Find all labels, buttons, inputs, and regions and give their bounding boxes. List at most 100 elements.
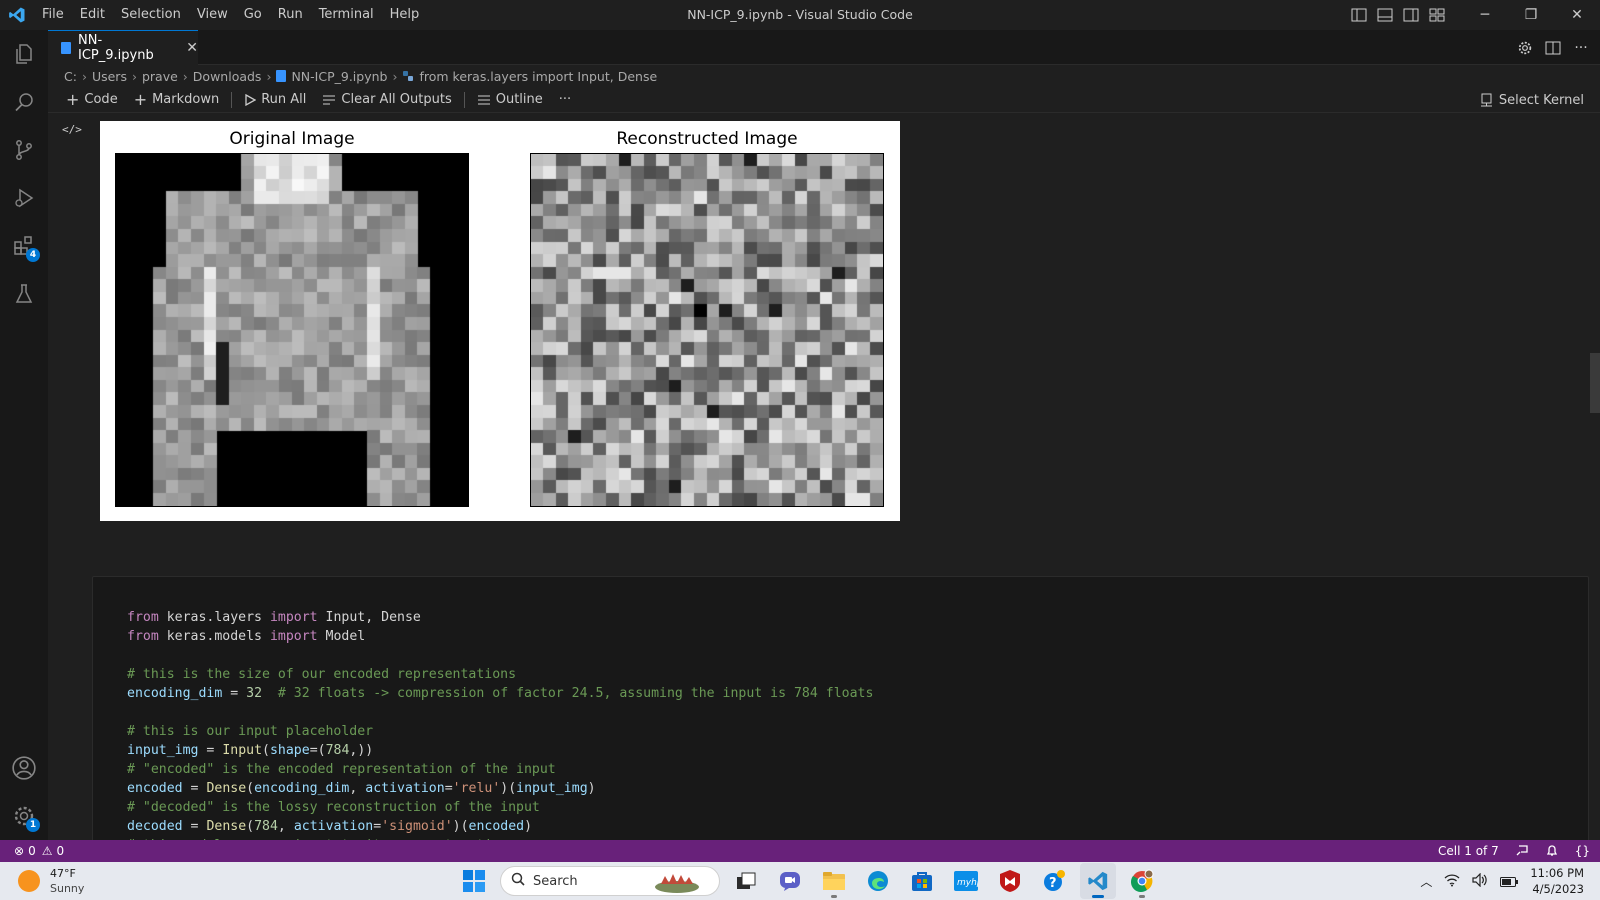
feedback-icon[interactable] [1515, 843, 1529, 860]
toolbar-more-button[interactable]: ··· [551, 89, 579, 111]
warning-icon: ⚠ [41, 844, 53, 858]
active-app-indicator [1092, 895, 1104, 898]
tab-close-icon[interactable]: ✕ [186, 40, 198, 56]
minimize-button[interactable]: ─ [1462, 0, 1508, 30]
notebook-toolbar: + Code + Markdown Run All Clear All Output… [48, 87, 1600, 113]
tab-notebook[interactable]: NN-ICP_9.ipynb ✕ [48, 30, 198, 65]
menu-terminal[interactable]: Terminal [311, 0, 382, 30]
explorer-icon[interactable] [0, 30, 48, 78]
breadcrumb-users[interactable]: Users [92, 69, 127, 84]
windows-start-icon[interactable] [456, 863, 492, 899]
wifi-icon[interactable] [1444, 872, 1460, 891]
add-code-button[interactable]: + Code [58, 89, 126, 111]
play-icon [245, 93, 257, 106]
run-all-button[interactable]: Run All [236, 89, 314, 111]
accounts-icon[interactable] [0, 744, 48, 792]
notebook-file-icon [60, 41, 72, 55]
taskbar-search[interactable]: Search [500, 866, 720, 896]
system-clock[interactable]: 11:06 PM 4/5/2023 [1530, 865, 1584, 897]
split-editor-icon[interactable] [1542, 37, 1564, 59]
get-help-icon[interactable]: ? [1036, 863, 1072, 899]
status-right: Cell 1 of 7 {} [1438, 840, 1590, 862]
more-actions-icon[interactable]: ··· [1570, 37, 1592, 59]
braces-icon[interactable]: {} [1575, 844, 1590, 858]
extensions-icon[interactable]: 4 [0, 222, 48, 270]
menu-help[interactable]: Help [382, 0, 428, 30]
restore-button[interactable]: ❐ [1508, 0, 1554, 30]
python-icon [403, 71, 414, 81]
vscode-taskbar-icon[interactable] [1080, 863, 1116, 899]
breadcrumb-drive[interactable]: C: [64, 69, 77, 84]
code-line-5: encoding_dim = 32 # 32 floats -> compres… [127, 686, 874, 701]
extensions-badge: 4 [26, 248, 40, 262]
taskbar-apps: Search myhp [456, 862, 1160, 900]
weather-widget[interactable]: 47°F Sunny [18, 864, 84, 898]
notebook-settings-icon[interactable] [1514, 37, 1536, 59]
outline-button[interactable]: Outline [469, 89, 551, 111]
show-hidden-icons-chevron-up-icon[interactable]: ︿ [1420, 873, 1432, 890]
breadcrumb-file[interactable]: NN-ICP_9.ipynb [276, 69, 387, 84]
menu-edit[interactable]: Edit [72, 0, 113, 30]
menu-bar: File Edit Selection View Go Run Terminal… [34, 0, 427, 30]
toggle-panel-icon[interactable] [1372, 0, 1398, 30]
clear-outputs-button[interactable]: Clear All Outputs [314, 89, 459, 111]
testing-icon[interactable] [0, 270, 48, 318]
myhp-icon[interactable]: myhp [948, 863, 984, 899]
windows-taskbar: 47°F Sunny Search myh ? ︿ 11:06 PM 4/5/2… [0, 862, 1600, 900]
breadcrumb: C: › Users › prave › Downloads › NN-ICP_9.ip… [48, 65, 1600, 87]
file-explorer-icon[interactable] [816, 863, 852, 899]
notifications-bell-icon[interactable] [1545, 843, 1559, 860]
menu-file[interactable]: File [34, 0, 72, 30]
code-line-7: # this is our input placeholder [127, 724, 374, 739]
search-magnifier-icon [511, 872, 525, 890]
running-indicator [1139, 895, 1145, 898]
select-kernel-label: Select Kernel [1498, 92, 1584, 108]
code-editor[interactable]: from keras.layers import Input, Dense fr… [127, 589, 873, 840]
editor-scrollbar[interactable] [1590, 353, 1600, 413]
teams-chat-icon[interactable] [772, 863, 808, 899]
menu-go[interactable]: Go [236, 0, 270, 30]
code-cell[interactable]: from keras.layers import Input, Dense fr… [92, 576, 1589, 840]
problems-status[interactable]: ⊗ 0 ⚠ 0 [0, 844, 64, 858]
kernel-icon [1480, 93, 1492, 107]
chrome-browser-icon[interactable] [1124, 863, 1160, 899]
settings-badge: 1 [26, 818, 40, 832]
system-tray: ︿ 11:06 PM 4/5/2023 [1420, 862, 1584, 900]
battery-icon[interactable] [1500, 872, 1519, 891]
code-line-11: # "decoded" is the lossy reconstruction … [127, 800, 540, 815]
menu-run[interactable]: Run [270, 0, 311, 30]
source-control-icon[interactable] [0, 126, 48, 174]
add-markdown-button[interactable]: + Markdown [126, 89, 228, 111]
microsoft-store-icon[interactable] [904, 863, 940, 899]
manage-gear-icon[interactable]: 1 [0, 792, 48, 840]
close-window-button[interactable]: ✕ [1554, 0, 1600, 30]
vscode-logo-icon[interactable] [0, 0, 34, 30]
customize-layout-icon[interactable] [1424, 0, 1450, 30]
task-view-icon[interactable] [728, 863, 764, 899]
cell-indicator[interactable]: Cell 1 of 7 [1438, 844, 1499, 858]
original-image-title: Original Image [229, 129, 355, 149]
editor-tab-bar: NN-ICP_9.ipynb ✕ ··· [48, 30, 1600, 65]
code-line-2: from keras.models import Model [127, 629, 366, 644]
breadcrumb-file-label: NN-ICP_9.ipynb [291, 68, 388, 84]
volume-icon[interactable] [1472, 872, 1488, 891]
output-cell-marker-icon[interactable]: </> [62, 123, 82, 136]
notebook-file-icon [276, 70, 287, 82]
breadcrumb-cell[interactable]: from keras.layers import Input, Dense [402, 69, 657, 84]
run-debug-icon[interactable] [0, 174, 48, 222]
select-kernel-button[interactable]: Select Kernel [1480, 87, 1584, 113]
breadcrumb-downloads[interactable]: Downloads [193, 69, 262, 84]
menu-selection[interactable]: Selection [113, 0, 189, 30]
title-controls: ─ ❐ ✕ [1346, 0, 1600, 30]
edge-browser-icon[interactable] [860, 863, 896, 899]
toggle-primary-sidebar-icon[interactable] [1346, 0, 1372, 30]
breadcrumb-cell-label: from keras.layers import Input, Dense [419, 68, 658, 84]
breadcrumb-prave[interactable]: prave [142, 69, 178, 84]
toggle-secondary-sidebar-icon[interactable] [1398, 0, 1424, 30]
toolbar-divider [231, 91, 233, 108]
tab-actions: ··· [1514, 30, 1592, 65]
menu-view[interactable]: View [189, 0, 236, 30]
search-icon[interactable] [0, 78, 48, 126]
mcafee-shield-icon[interactable] [992, 863, 1028, 899]
